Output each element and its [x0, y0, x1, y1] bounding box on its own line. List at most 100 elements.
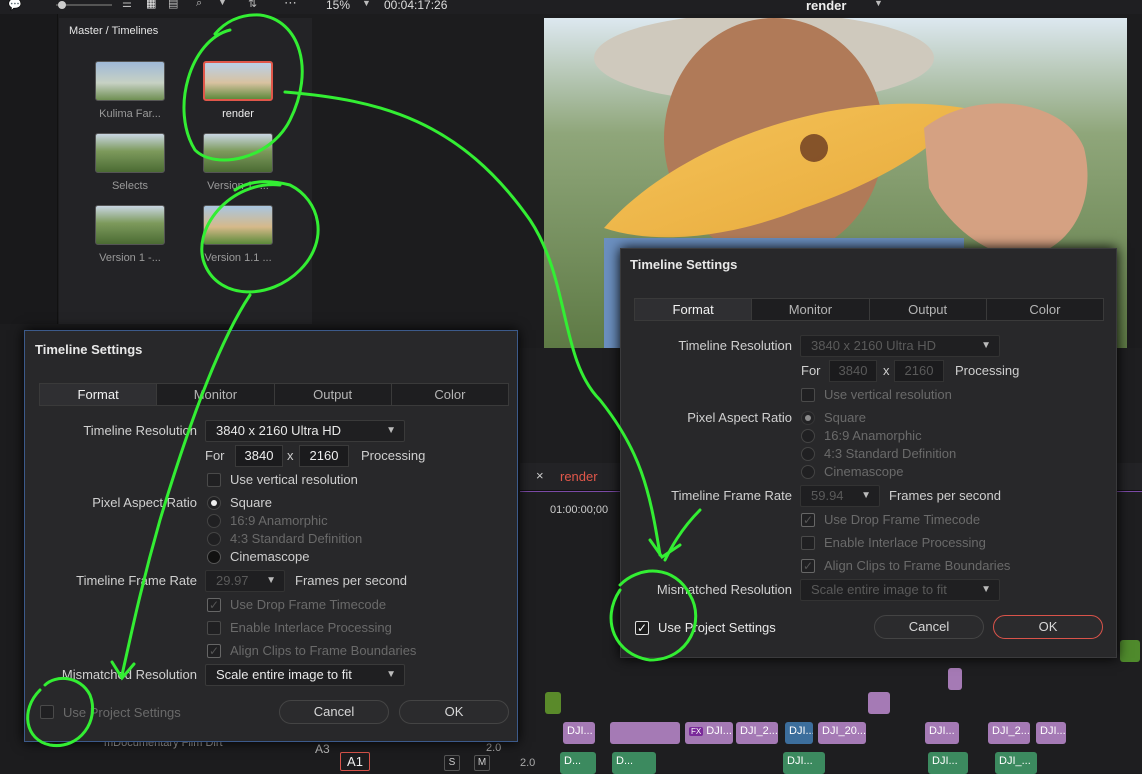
video-clip[interactable]: [545, 692, 561, 714]
timeline-clip[interactable]: Version 1.1 ...: [188, 205, 288, 264]
tab-output[interactable]: Output: [870, 299, 987, 320]
video-clip[interactable]: DJI...: [785, 722, 813, 744]
radio-square[interactable]: [207, 496, 221, 510]
video-clip[interactable]: [948, 668, 962, 690]
viewer-title: render: [806, 0, 847, 13]
drop-frame-checkbox[interactable]: ✓: [801, 513, 815, 527]
use-vertical-checkbox[interactable]: [801, 388, 815, 402]
timeline-clip[interactable]: Version 1 -...: [188, 133, 288, 192]
use-project-settings-checkbox[interactable]: [40, 705, 54, 719]
radio-square[interactable]: [801, 411, 815, 425]
video-clip[interactable]: [868, 692, 890, 714]
timeline-resolution-select[interactable]: 3840 x 2160 Ultra HD ▼: [205, 420, 405, 442]
height-field[interactable]: 2160: [299, 445, 349, 467]
width-field[interactable]: 3840: [829, 360, 877, 382]
select-value: 3840 x 2160 Ultra HD: [811, 338, 937, 353]
video-clip[interactable]: DJI...: [925, 722, 959, 744]
radio-standard-definition[interactable]: [801, 447, 815, 461]
width-field[interactable]: 3840: [235, 445, 283, 467]
bin-list-panel: [0, 14, 58, 324]
video-clip[interactable]: [610, 722, 680, 744]
video-clip[interactable]: DJI_2...: [988, 722, 1030, 744]
align-clips-checkbox[interactable]: ✓: [207, 644, 221, 658]
chevron-down-icon: ▼: [386, 425, 396, 436]
radio-anamorphic[interactable]: [801, 429, 815, 443]
align-clips-checkbox[interactable]: ✓: [801, 559, 815, 573]
tab-format[interactable]: Format: [40, 384, 158, 405]
tab-monitor[interactable]: Monitor: [752, 299, 870, 320]
drop-frame-label: Use Drop Frame Timecode: [824, 512, 981, 527]
search-icon[interactable]: ⌕: [196, 0, 202, 10]
grid-view-icon[interactable]: ▦: [146, 0, 156, 10]
radio-cinemascope[interactable]: [801, 465, 815, 479]
video-clip[interactable]: FX DJI...: [685, 722, 733, 744]
tab-monitor[interactable]: Monitor: [157, 384, 275, 405]
radio-cinemascope[interactable]: [207, 550, 221, 564]
ok-button[interactable]: OK: [993, 615, 1103, 639]
chevron-down-icon: ▼: [861, 490, 871, 501]
mismatched-select[interactable]: Scale entire image to fit ▼: [205, 664, 405, 686]
video-clip[interactable]: DJI_20...: [818, 722, 866, 744]
chevron-down-icon[interactable]: ▼: [874, 0, 883, 8]
zoom-slider-handle[interactable]: [58, 1, 66, 9]
viewer-timecode: 00:04:17:26: [384, 0, 448, 12]
sort-icon[interactable]: ⇅: [248, 0, 257, 10]
close-icon[interactable]: ×: [536, 468, 544, 483]
use-vertical-label: Use vertical resolution: [230, 472, 358, 487]
viewer-zoom[interactable]: 15%: [326, 0, 350, 12]
interlace-checkbox[interactable]: [801, 536, 815, 550]
radio-anamorphic[interactable]: [207, 514, 221, 528]
timeline-tab[interactable]: render: [560, 469, 598, 484]
frame-rate-label: Timeline Frame Rate: [76, 573, 197, 588]
solo-button[interactable]: S: [444, 755, 460, 771]
frame-rate-select[interactable]: 59.94 ▼: [800, 485, 880, 507]
ok-button[interactable]: OK: [399, 700, 509, 724]
drop-frame-checkbox[interactable]: ✓: [207, 598, 221, 612]
timeline-resolution-select[interactable]: 3840 x 2160 Ultra HD ▼: [800, 335, 1000, 357]
cancel-button[interactable]: Cancel: [874, 615, 984, 639]
audio-clip[interactable]: DJI_...: [995, 752, 1037, 774]
cancel-button[interactable]: Cancel: [279, 700, 389, 724]
video-clip[interactable]: DJI...: [563, 722, 595, 744]
use-project-settings-checkbox[interactable]: ✓: [635, 621, 649, 635]
list-view-icon[interactable]: ☰: [122, 0, 132, 10]
timeline-resolution-label: Timeline Resolution: [83, 423, 197, 438]
use-vertical-checkbox[interactable]: [207, 473, 221, 487]
track-a1-label[interactable]: A1: [340, 752, 370, 771]
metadata-view-icon[interactable]: ▤: [168, 0, 178, 10]
mismatched-label: Mismatched Resolution: [61, 667, 197, 682]
video-clip[interactable]: DJI...: [1036, 722, 1066, 744]
timeline-clip[interactable]: Kulima Far...: [80, 61, 180, 120]
mismatched-select[interactable]: Scale entire image to fit ▼: [800, 579, 1000, 601]
timeline-timecode: 01:00:00;00: [550, 504, 609, 516]
timeline-settings-dialog-left: Timeline Settings Format Monitor Output …: [24, 330, 518, 742]
chevron-down-icon[interactable]: ▼: [362, 0, 371, 8]
height-field[interactable]: 2160: [894, 360, 944, 382]
tab-color[interactable]: Color: [987, 299, 1103, 320]
for-label: For: [205, 448, 225, 463]
video-clip[interactable]: [1120, 640, 1140, 662]
tab-format[interactable]: Format: [635, 299, 753, 320]
radio-standard-definition[interactable]: [207, 532, 221, 546]
align-clips-label: Align Clips to Frame Boundaries: [230, 643, 417, 658]
chevron-down-icon[interactable]: ▼: [218, 0, 227, 7]
timeline-clip[interactable]: render: [188, 61, 288, 120]
radio-standard-definition-label: 4:3 Standard Definition: [824, 446, 957, 461]
chevron-down-icon: ▼: [981, 340, 991, 351]
frame-rate-select[interactable]: 29.97 ▼: [205, 570, 285, 592]
comment-icon[interactable]: 💬: [8, 0, 22, 11]
audio-clip[interactable]: D...: [560, 752, 596, 774]
more-options-icon[interactable]: ⋯: [284, 0, 297, 11]
audio-clip[interactable]: D...: [612, 752, 656, 774]
radio-standard-definition-label: 4:3 Standard Definition: [230, 531, 363, 546]
video-clip[interactable]: DJI_2...: [736, 722, 778, 744]
audio-clip[interactable]: DJI...: [928, 752, 968, 774]
interlace-checkbox[interactable]: [207, 621, 221, 635]
tab-output[interactable]: Output: [275, 384, 392, 405]
tab-color[interactable]: Color: [392, 384, 508, 405]
audio-clip[interactable]: DJI...: [783, 752, 825, 774]
timeline-clip[interactable]: Version 1 -...: [80, 205, 180, 264]
mute-button[interactable]: M: [474, 755, 490, 771]
timeline-clip[interactable]: Selects: [80, 133, 180, 192]
drop-frame-label: Use Drop Frame Timecode: [230, 597, 387, 612]
